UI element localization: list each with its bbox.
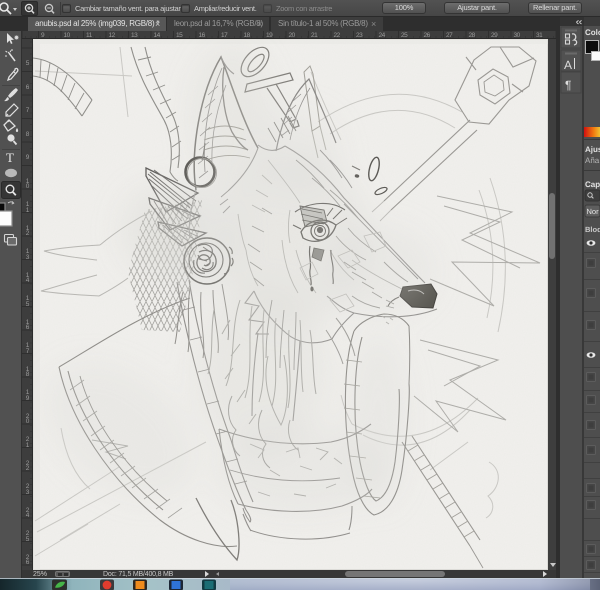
svg-text:¶: ¶ (565, 78, 571, 92)
svg-text:Ajus: Ajus (585, 145, 600, 154)
svg-text:Colo: Colo (585, 28, 600, 37)
svg-text:Capa: Capa (585, 180, 600, 189)
svg-text:Aña: Aña (585, 156, 600, 165)
svg-text:A: A (564, 58, 572, 72)
svg-text:Nor: Nor (587, 207, 600, 216)
svg-text:T: T (6, 150, 14, 165)
